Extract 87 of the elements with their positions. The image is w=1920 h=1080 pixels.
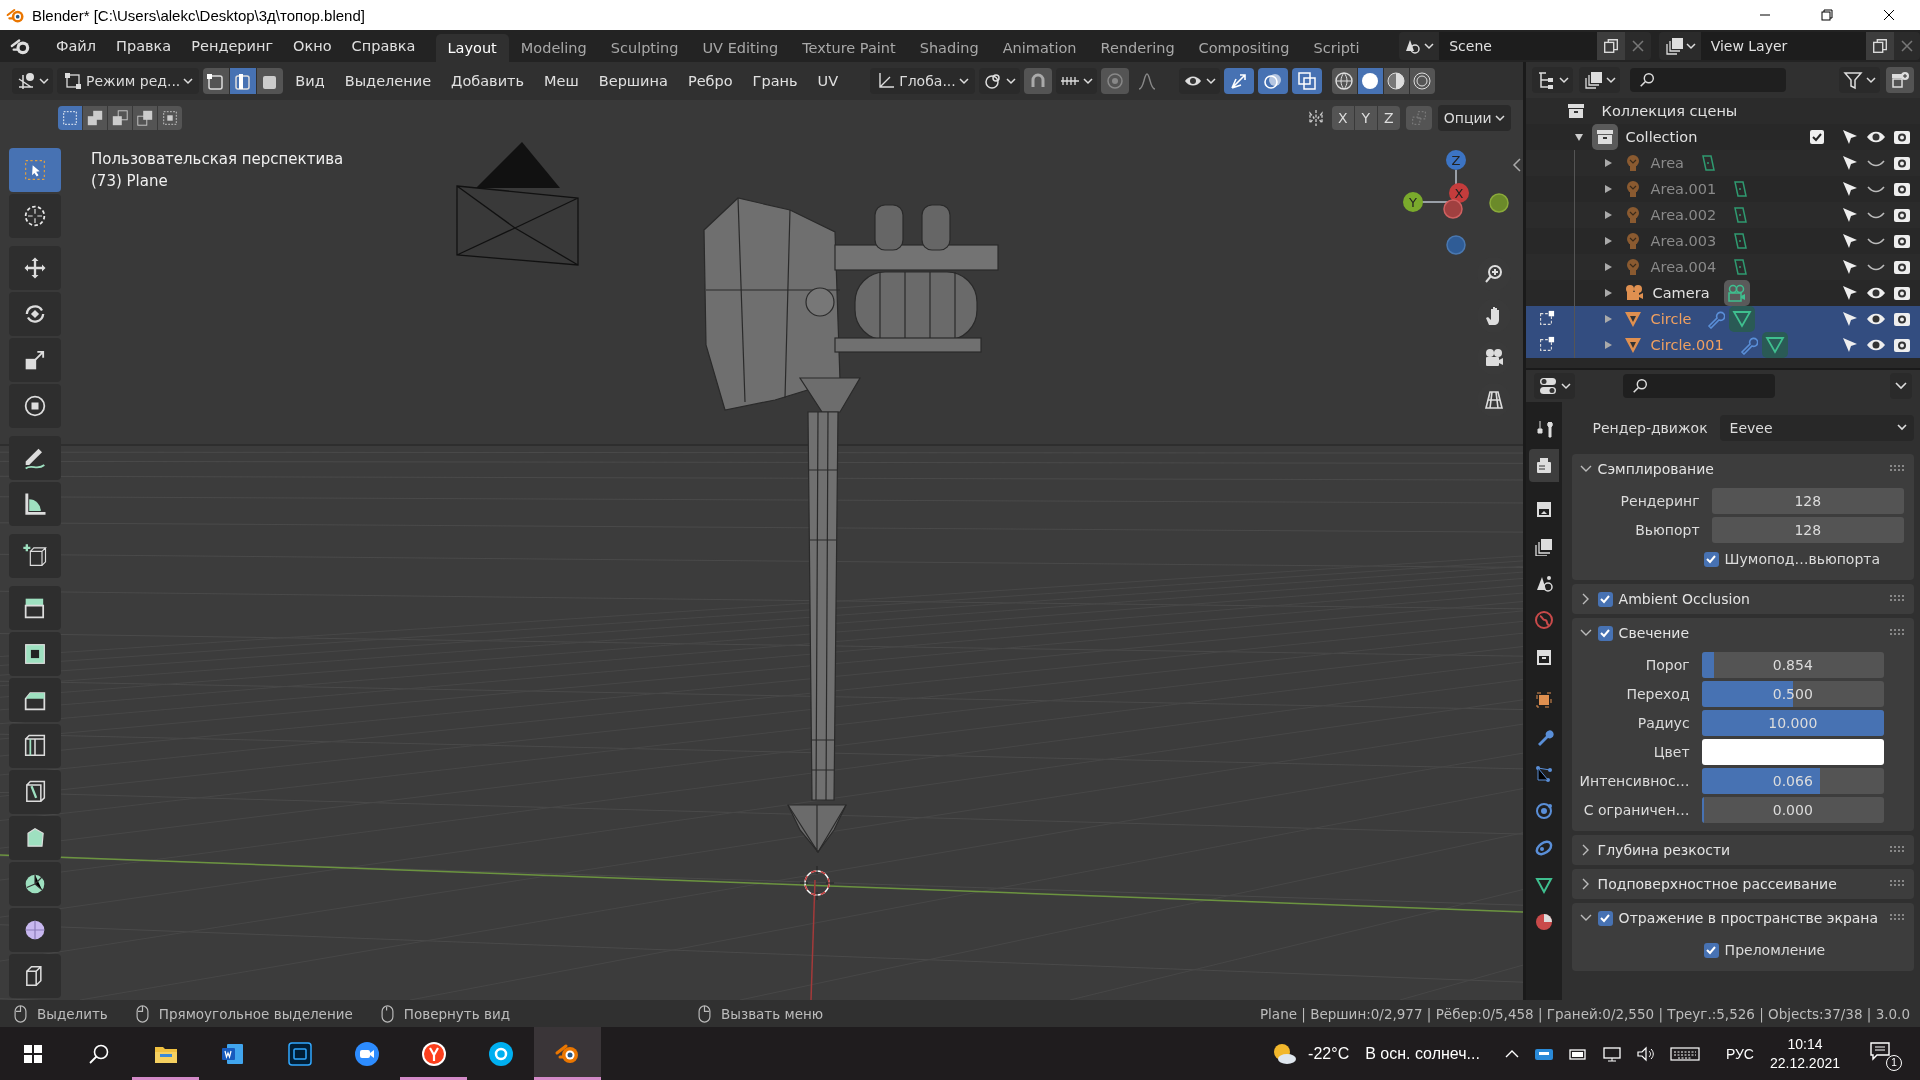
status-hint: Прямоугольное выделение (158, 1005, 353, 1022)
menu-item[interactable]: Меш (536, 73, 587, 89)
outliner-item[interactable]: Коллекция сцены (1601, 103, 1738, 119)
status-hint: Выделить (37, 1005, 108, 1022)
mirror-axis-toggle[interactable]: Y (1354, 106, 1377, 130)
axis-handle[interactable]: Y (1403, 192, 1423, 212)
clock[interactable]: 10:14 22.12.2021 (1769, 1034, 1840, 1073)
outliner-item[interactable]: Area.002 (1650, 207, 1717, 223)
field-label: Порог (1644, 657, 1691, 673)
mirror-axis-toggle[interactable]: X (1331, 106, 1354, 130)
panel-header[interactable]: Сэмплирование (1571, 454, 1914, 484)
workspace-tab[interactable]: Compositing (1186, 34, 1302, 62)
panel-header[interactable]: Свечение (1571, 618, 1914, 648)
menu-item[interactable]: Выделение (336, 73, 440, 89)
menu-item[interactable]: UV (809, 73, 847, 89)
outliner-item[interactable]: Area.004 (1650, 259, 1717, 275)
field-label: Рендеринг (1619, 493, 1701, 509)
panel-title: Сэмплирование (1597, 461, 1714, 477)
outliner-item[interactable]: Area.003 (1650, 233, 1717, 249)
weather-text: В осн. солнеч... (1365, 1044, 1480, 1063)
outliner-row[interactable]: Circle.001 (1525, 332, 1920, 358)
render-engine-dropdown[interactable]: Eevee (1719, 415, 1914, 441)
number-field[interactable]: 128 (1711, 488, 1904, 514)
outliner-item[interactable]: Collection (1625, 129, 1698, 145)
menu-item[interactable]: Вершина (590, 73, 676, 89)
panel-title: Глубина резкости (1597, 842, 1731, 858)
temperature-text: -22°C (1308, 1044, 1350, 1063)
window-title: Blender* [C:\Users\alekc\Desktop\3д\топор.blend] (32, 6, 366, 24)
mode-dropdown[interactable]: Режим ред... (57, 68, 200, 94)
menu-item[interactable]: Файл (46, 38, 107, 54)
orientation-dropdown[interactable]: Глоба... (870, 68, 975, 94)
workspace-tab[interactable]: Sculpting (598, 34, 691, 62)
field-label: Рендер-движок (1591, 420, 1709, 436)
workspace-tab[interactable]: Rendering (1088, 34, 1187, 62)
slider[interactable]: 0.066 (1701, 768, 1884, 794)
field-label: Радиус (1636, 715, 1691, 731)
outliner-item[interactable]: Circle (1650, 311, 1692, 327)
status-hint: Повернуть вид (403, 1005, 511, 1022)
notification-count: 1 (1886, 1054, 1902, 1071)
panel-title: Отражение в пространстве экрана (1618, 910, 1879, 926)
workspace-tab[interactable]: UV Editing (690, 34, 791, 62)
menu-item[interactable]: Окно (283, 38, 342, 54)
slider[interactable]: 0.854 (1701, 652, 1884, 678)
panel-header[interactable]: Отражение в пространстве экрана (1571, 903, 1914, 933)
field-label: Интенсивнос… (1578, 773, 1691, 789)
workspace-tab[interactable]: Shading (907, 34, 991, 62)
mirror-axis-toggle[interactable]: Z (1377, 106, 1400, 130)
status-hint: Вызвать меню (721, 1005, 824, 1022)
slider[interactable]: 10.000 (1701, 710, 1884, 736)
workspace-tab[interactable]: Layout (435, 34, 509, 62)
panel-title: Подповерхностное рассеивание (1597, 876, 1837, 892)
menu-item[interactable]: Рендеринг (181, 38, 284, 54)
checkbox-label: Шумопод…вьюпорта (1724, 551, 1881, 567)
panel-header[interactable]: Глубина резкости (1571, 835, 1914, 865)
checkbox-label: Преломление (1724, 942, 1826, 958)
field-label: Вьюпорт (1634, 522, 1701, 538)
menu-item[interactable]: Добавить (443, 73, 533, 89)
workspace-tab[interactable]: Texture Paint (790, 34, 908, 62)
field-label: С ограничен… (1582, 802, 1691, 818)
menu-item[interactable]: Ребро (679, 73, 741, 89)
outliner-item[interactable]: Camera (1652, 285, 1710, 301)
workspace-tab[interactable]: Scripti (1301, 34, 1372, 62)
panel-header[interactable]: Подповерхностное рассеивание (1571, 869, 1914, 899)
field-label: Переход (1625, 686, 1691, 702)
panel-title: Ambient Occlusion (1618, 591, 1750, 607)
viewport-info-text: (73) Plane (91, 172, 169, 190)
field-label: Цвет (1652, 744, 1691, 760)
outliner-item[interactable]: Circle.001 (1650, 337, 1724, 353)
menu-item[interactable]: Грань (744, 73, 806, 89)
number-field[interactable]: 128 (1711, 517, 1904, 543)
menu-item[interactable]: Справка (341, 38, 426, 54)
outliner-item[interactable]: Area.001 (1650, 181, 1717, 197)
workspace-tab[interactable]: Animation (990, 34, 1089, 62)
language-indicator[interactable]: РУС (1725, 1045, 1754, 1062)
view-layer-name-field[interactable]: View Layer (1700, 32, 1866, 60)
slider[interactable]: 0.000 (1701, 797, 1884, 823)
workspace-tab[interactable]: Modeling (508, 34, 599, 62)
panel-title: Свечение (1618, 625, 1689, 641)
outliner-row[interactable]: Circle (1525, 306, 1920, 332)
panel-header[interactable]: Ambient Occlusion (1571, 584, 1914, 614)
outliner-item[interactable]: Area (1650, 155, 1684, 171)
scene-name-field[interactable]: Scene (1439, 32, 1597, 60)
scene-statistics: Plane | Вершин:0/2,977 | Рёбер:0/5,458 | Граней:0/2,550 | Треуг.:5,526 | Objects:37/38 | 3.0.0 (1259, 1005, 1911, 1022)
menu-item[interactable]: Правка (106, 38, 182, 54)
menu-item[interactable]: Вид (287, 73, 333, 89)
viewport-info-text: Пользовательская перспектива (91, 150, 344, 168)
options-dropdown[interactable]: Опции (1437, 105, 1511, 131)
